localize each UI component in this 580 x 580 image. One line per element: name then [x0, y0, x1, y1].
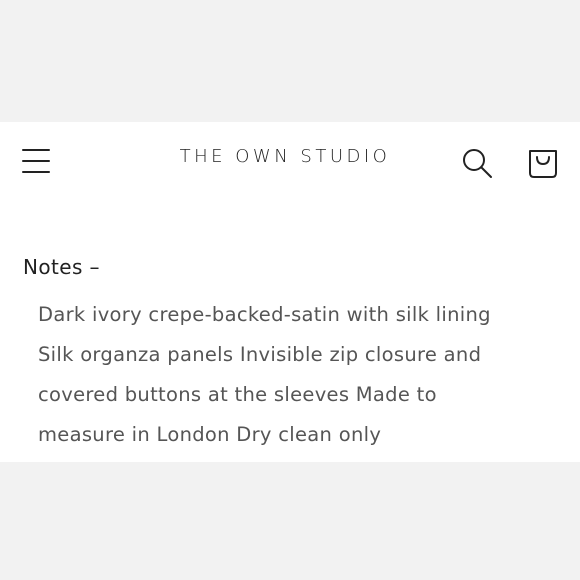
notes-line: measure in London Dry clean only [38, 423, 382, 446]
hamburger-menu-icon [22, 149, 50, 151]
brand-logo[interactable]: THE OWN STUDIO [150, 146, 420, 167]
shopping-bag-icon [529, 150, 557, 178]
screenshot-frame: THE OWN STUDIO Notes – Dark ivory crepe-… [0, 0, 580, 580]
search-icon [463, 149, 492, 178]
product-page: THE OWN STUDIO Notes – Dark ivory crepe-… [0, 122, 580, 462]
notes-description: Dark ivory crepe-backed-satin with silk … [38, 295, 558, 455]
menu-button[interactable] [20, 146, 56, 176]
notes-line: Dark ivory crepe-backed-satin with silk … [38, 303, 491, 326]
notes-line: Silk organza panels Invisible zip closur… [38, 343, 482, 366]
top-blur-band [0, 0, 580, 122]
search-button[interactable] [460, 146, 494, 180]
bottom-blur-band [0, 462, 580, 580]
cart-button[interactable] [526, 144, 560, 180]
notes-line: covered buttons at the sleeves Made to [38, 383, 437, 406]
notes-heading: Notes – [23, 255, 100, 279]
